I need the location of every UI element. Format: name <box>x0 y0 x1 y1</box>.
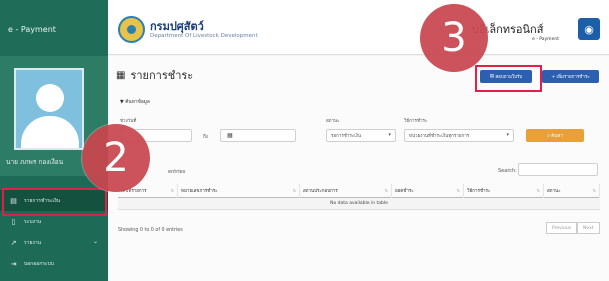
column-label: ยอดชำระ <box>395 189 414 194</box>
table-search-label: Search: <box>498 168 517 174</box>
table-info: Showing 0 to 0 of 0 entries <box>118 228 183 233</box>
column-header[interactable]: วิธีการชำระ ⇅ <box>464 183 544 198</box>
next-page-button[interactable]: Next <box>577 222 600 234</box>
table-header: เลขที่รายการ ⇅ หมายเลขการชำระ ⇅ สถานประกอบ… <box>118 183 600 198</box>
sidebar-item-label: บอกออกระบบ <box>24 260 54 267</box>
username: นาย ภภพร กองเงือน <box>6 158 64 166</box>
payment-method-select[interactable]: หน่วยงานที่ชำระเงินทุกรายการ ▾ <box>404 129 514 142</box>
table-icon: ▦ <box>116 69 126 81</box>
sort-icon: ⇅ <box>170 187 174 193</box>
status-select[interactable]: รอการชำระเงิน ▾ <box>326 129 396 142</box>
column-header[interactable]: สถานประกอบการ ⇅ <box>300 183 392 198</box>
chevron-down-icon: ▾ <box>388 132 391 138</box>
payment-method-label: วิธีการชำระ <box>404 119 428 124</box>
column-label: วิธีการชำระ <box>467 189 491 194</box>
table-search-input[interactable] <box>518 163 598 176</box>
avatar-body <box>21 116 79 148</box>
table-empty-message: No data available in table <box>118 198 600 210</box>
status-value: รอการชำระเงิน <box>331 134 362 139</box>
page-title: ▦ รายการชำระ <box>116 66 193 84</box>
search-button-label: ค้นหา <box>551 134 563 139</box>
search-button[interactable]: ⌕ ค้นหา <box>526 129 584 142</box>
department-logo <box>118 16 145 43</box>
payments-table: เลขที่รายการ ⇅ หมายเลขการชำระ ⇅ สถานประกอบ… <box>118 183 600 210</box>
status-label: สถานะ <box>326 119 340 124</box>
column-header[interactable]: หมายเลขการชำระ ⇅ <box>178 183 300 198</box>
screen: e - Payment นาย ภภพร กองเงือน ▤ รายการชำ… <box>0 0 609 281</box>
previous-page-button[interactable]: Previous <box>546 222 578 234</box>
highlight-print-button <box>475 65 542 92</box>
user-menu-button[interactable]: ◉ <box>578 18 600 40</box>
sort-icon: ⇅ <box>384 187 388 193</box>
system-name-en: e - Payment <box>532 37 559 42</box>
add-payment-label: + เพิ่มรายการชำระ <box>551 75 590 80</box>
column-label: หมายเลขการชำระ <box>181 189 218 194</box>
sort-icon: ⇅ <box>292 187 296 193</box>
page-title-text: รายการชำระ <box>130 69 194 82</box>
chevron-down-icon: ⌄ <box>92 238 98 245</box>
avatar <box>14 68 84 150</box>
sidebar-item-label: รายงาน <box>24 239 42 246</box>
date-to-field[interactable]: ▦ <box>220 129 296 142</box>
avatar-head <box>36 84 64 112</box>
sort-icon: ⇅ <box>456 187 460 193</box>
pagination: Previous Next <box>546 222 600 234</box>
payment-method-value: หน่วยงานที่ชำระเงินทุกรายการ <box>409 134 470 139</box>
calendar-icon: ▦ <box>227 132 233 139</box>
sidebar-item-logout[interactable]: ⇥ บอกออกระบบ <box>0 253 108 274</box>
filter-toggle[interactable]: ▼ ค้นหาข้อมูล <box>120 98 150 106</box>
date-to-label: ถึง <box>203 135 208 140</box>
logout-icon: ⇥ <box>10 259 17 268</box>
step-badge-2: 2 <box>82 124 150 192</box>
brand-title: e - Payment <box>8 25 56 34</box>
sort-icon: ⇅ <box>592 187 596 193</box>
top-header: กรมปศุสัตว์ Department Of Livestock Deve… <box>108 0 609 55</box>
chevron-down-icon: ▾ <box>506 132 509 138</box>
add-payment-button[interactable]: + เพิ่มรายการชำระ <box>542 70 599 83</box>
document-icon: ▯ <box>11 217 16 226</box>
chart-icon: ↗ <box>10 238 17 247</box>
column-header[interactable]: สถานะ ⇅ <box>544 183 600 198</box>
column-label: สถานะ <box>547 189 561 194</box>
column-label: สถานประกอบการ <box>303 189 338 194</box>
sidebar-item-label: ระบงาน <box>24 218 42 225</box>
entries-length: entries <box>168 169 186 175</box>
column-header[interactable]: ยอดชำระ ⇅ <box>392 183 464 198</box>
step-badge-3: 3 <box>420 4 488 72</box>
department-name-en: Department Of Livestock Development <box>150 33 258 39</box>
sidebar-brand: e - Payment <box>0 0 108 56</box>
date-range-label: ช่วงวันที่ <box>120 119 137 124</box>
user-icon: ◉ <box>584 22 594 36</box>
sort-icon: ⇅ <box>536 187 540 193</box>
highlight-menu-item <box>2 188 107 216</box>
sidebar-item-reports[interactable]: ↗ รายงาน ⌄ <box>0 232 108 253</box>
